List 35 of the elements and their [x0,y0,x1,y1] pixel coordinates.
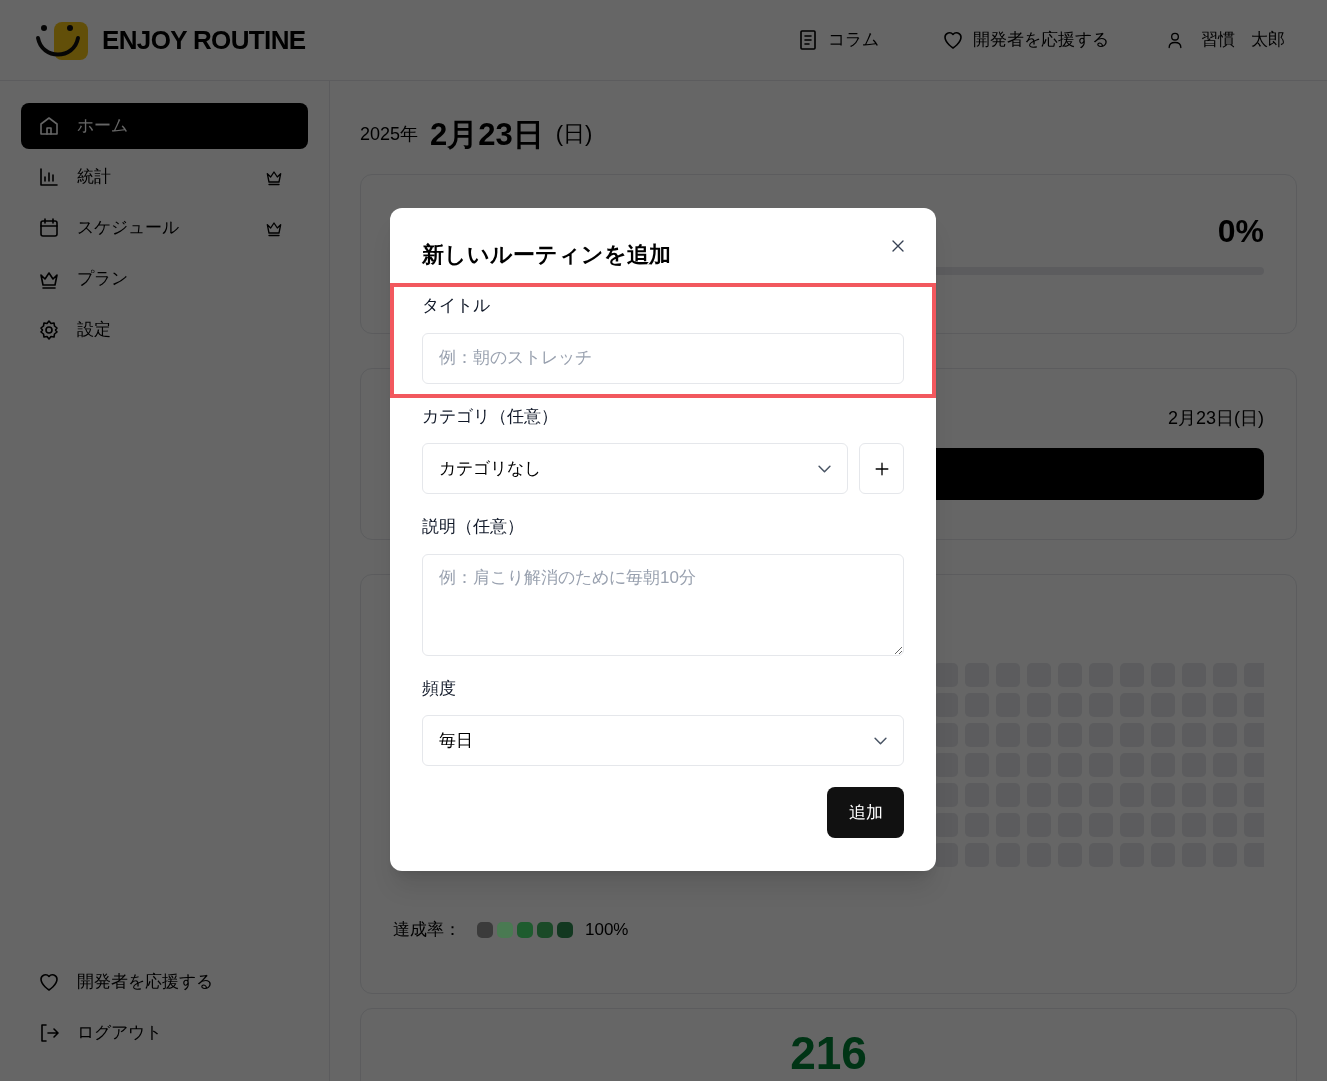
bar-chart-icon [37,165,61,189]
field-label: カテゴリ（任意） [422,405,559,428]
sidebar-item[interactable]: 開発者を応援する [21,959,308,1005]
field-label: 頻度 [422,677,457,700]
stat-value: 216 [790,1026,867,1081]
sidebar-item[interactable]: 設定 [21,307,308,353]
legend-label: 達成率： [393,919,461,941]
field-label: タイトル [422,295,491,317]
weekday-label: (日) [555,120,593,148]
description-textarea[interactable]: 例：肩こり解消のために毎朝10分 [422,553,904,656]
home-icon [37,114,61,138]
submit-button[interactable]: 追加 [827,787,904,838]
app-logo-text: ENJOY ROUTINE [102,23,306,57]
user-menu-button[interactable]: 習慣 太郎 [1153,19,1293,61]
sidebar-item[interactable]: ホーム [21,103,308,149]
text-input-field[interactable]: 例：朝のストレッチ [422,332,904,384]
settings-icon [37,318,61,342]
sidebar-item[interactable]: スケジュール [21,205,308,251]
field-label: 説明（任意） [422,516,525,538]
year-label: 2025年 [360,123,419,146]
sidebar-item[interactable]: ログアウト [21,1010,308,1056]
legend-max-label: 100% [585,919,629,941]
calendar-icon [37,216,61,240]
percent-value: 0% [1217,212,1264,251]
dialog-title: 新しいルーティンを追加 [422,241,671,269]
nav-link[interactable]: 開発者を応援する [941,27,1109,53]
chevron-down-icon [818,464,831,473]
chevron-down-icon [874,736,887,745]
nav-link[interactable]: コラム [796,27,879,53]
date-label: 2月23日(日) [1167,407,1264,430]
select-dropdown[interactable]: カテゴリなし [422,443,848,494]
date-heading: 2月23日 [430,119,544,150]
sidebar-item[interactable]: 統計 [21,154,308,200]
sidebar-item[interactable]: プラン [21,256,308,302]
select-dropdown[interactable]: 毎日 [422,715,904,766]
